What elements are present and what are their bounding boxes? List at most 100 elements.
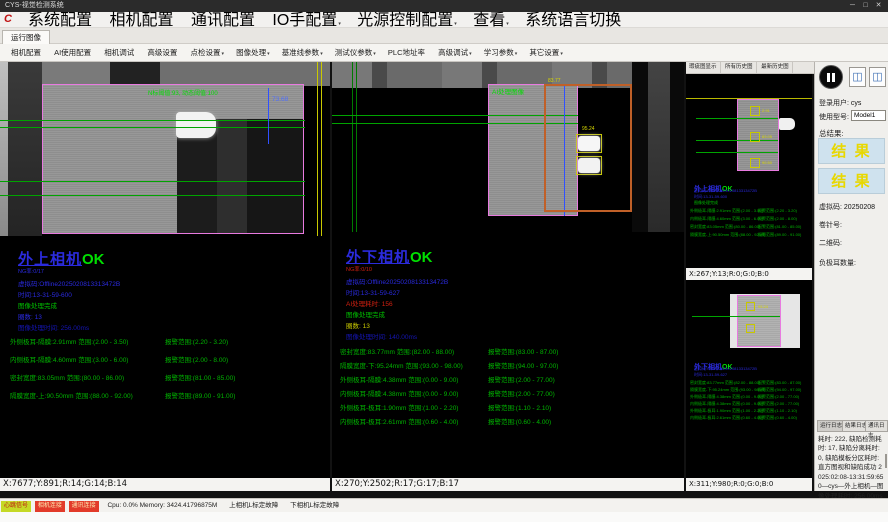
measurement-row: 内侧极耳-隔膜:4.38mm 范围:(0.00 - 9.00) 报警范围:(2.… (332, 388, 684, 402)
detection-box-yellow (750, 132, 760, 142)
camera-view-button-1[interactable]: ◫ (849, 67, 866, 87)
left-camera-view[interactable]: N标阈值:93, 动态阈值:100 73.68 (0, 62, 330, 236)
toolbar-item[interactable]: 测试仪参数▾ (330, 44, 381, 63)
alarm-range-label: 报警范围:(94.00 - 97.00) (488, 360, 558, 370)
toolbar-item-label: AI使用配置 (54, 48, 91, 57)
history-tab[interactable]: 最新历史图 (758, 62, 793, 73)
camera-result-title: 外下相机OK (346, 246, 433, 267)
history-tab[interactable]: 瑕疵图显示 (686, 62, 721, 73)
toolbar-item[interactable]: 学习参数▾ (479, 44, 523, 63)
alarm-range-label: 报警范围:(2.00 - 77.00) (488, 388, 555, 398)
measure-label: 内侧极耳-极耳:2.61mm 范围:(0.60 - 4.00) (340, 416, 458, 426)
toolbar-item[interactable]: 相机调试 (99, 44, 140, 63)
history-thumbnail-1[interactable]: 2.91 83.05 90.50 外上相机OK 虚拟码:Offline20250… (686, 74, 812, 268)
measurement-row: 外侧极耳-隔膜:4.38mm 范围:(0.00 - 9.00) 报警范围:(2.… (686, 394, 812, 401)
pause-button[interactable] (819, 65, 843, 89)
history-thumbnail-2[interactable]: 95.24 外下相机OK 虚拟码:Offline2025020813313472… (686, 280, 812, 478)
alarm-range-label: 报警范围:(89.00 - 91.00) (758, 232, 801, 238)
middle-pixel-status: X:270;Y:2502;R:17;G:17;B:17 (332, 478, 684, 491)
toolbar-item[interactable]: 基准线参数▾ (277, 44, 328, 63)
middle-camera-view[interactable]: AI处理图像 83.77 95.24 (332, 62, 684, 232)
measurement-row: 外侧极耳-极耳:1.90mm 范围:(1.00 - 2.20) 报警范围:(1.… (686, 408, 812, 415)
alarm-range-label: 报警范围:(94.00 - 97.00) (758, 387, 801, 393)
chevron-down-icon: ▾ (469, 51, 472, 57)
ng-rate-text: NG率:0/17 (18, 267, 44, 275)
measurement-row: 密封宽度:83.05mm 范围:(80.00 - 86.00) 报警范围:(81… (686, 224, 812, 232)
toolbar-item[interactable]: AI使用配置 (49, 44, 97, 63)
measurement-row: 密封宽度:83.77mm 范围:(82.00 - 88.00) 报警范围:(83… (686, 380, 812, 387)
tab-run-image[interactable]: 运行图像 (2, 30, 50, 44)
detection-box-yellow (746, 324, 755, 333)
roi-rect-pink (737, 295, 781, 347)
toolbar-item-label: 图像处理 (236, 48, 266, 57)
toolbar-item[interactable]: PLC地址率 (383, 44, 431, 63)
alarm-range-label: 报警范围:(0.60 - 4.00) (758, 415, 797, 421)
measurement-row: 隔膜宽度-下:95.24mm 范围:(93.00 - 98.00) 报警范围:(… (686, 387, 812, 394)
toolbar-item[interactable]: 高级调试▾ (433, 44, 477, 63)
measure-marker-label: 73.68 (272, 96, 288, 103)
maximize-icon[interactable]: □ (859, 0, 872, 12)
result-ok-badge: OK (82, 251, 105, 268)
baseline-green-vertical (352, 62, 353, 232)
measure-label: 内侧极耳-隔膜:4.38mm 范围:(0.00 - 9.00) (690, 401, 763, 407)
chevron-down-icon: ▾ (267, 51, 270, 57)
menu-item-label: 查看 (473, 12, 505, 29)
baseline-green (696, 140, 778, 141)
run-log-text: 耗时: 222, 缺陷检测耗时: 17, 缺陷分离耗时: 0, 缺陷模板分区耗时… (818, 435, 884, 487)
tab-strip (0, 28, 888, 44)
close-icon[interactable]: ✕ (872, 0, 885, 12)
measurement-row: 外侧极耳-隔膜:2.91mm 范围:(2.00 - 3.50) 报警范围:(2.… (0, 336, 330, 354)
measure-label: 密封宽度:83.05mm 范围:(80.00 - 86.00) (10, 372, 124, 382)
minimize-icon[interactable]: ─ (846, 0, 859, 12)
measurement-row: 外侧极耳-极耳:1.90mm 范围:(1.00 - 2.20) 报警范围:(1.… (332, 402, 684, 416)
log-tab-run[interactable]: 运行日志 (817, 420, 845, 432)
alarm-range-label: 报警范围:(83.00 - 87.00) (758, 380, 801, 386)
chevron-down-icon: ▾ (506, 21, 509, 27)
login-user-label: 登录用户: (819, 100, 849, 107)
measurement-row: 隔膜宽度-下:95.24mm 范围:(93.00 - 98.00) 报警范围:(… (332, 360, 684, 374)
toolbar-item-label: 相机调试 (104, 48, 134, 57)
toolbar-item[interactable]: 其它设置▾ (524, 44, 568, 63)
model-input[interactable] (851, 110, 886, 121)
toolbar-item[interactable]: 相机配置 (6, 44, 47, 63)
baseline-green (0, 120, 305, 121)
machine-dark-column (8, 62, 42, 236)
menu-item-label: 通讯配置 (191, 12, 255, 29)
baseline-green (332, 115, 578, 116)
monitor-icon: ◫ (872, 71, 882, 83)
virtual-code-row: 虚拟码: 20250208 (819, 202, 875, 212)
menu-items: 系统配置 相机配置 通讯配置 IO手配置▾ 光源控制配置▾ 查看▾ 系统语言切换 (22, 12, 628, 28)
menu-item-label: 系统配置 (28, 12, 92, 29)
log-tab-comm[interactable]: 通讯日志 (865, 420, 888, 432)
toolbar-item[interactable]: 点检设置▾ (185, 44, 229, 63)
alarm-range-label: 报警范围:(81.00 - 85.00) (165, 372, 235, 382)
toolbar-item[interactable]: 图像处理▾ (231, 44, 275, 63)
baseline-green (0, 195, 305, 196)
edge-line-yellow (321, 62, 322, 236)
proc-time-text: 图像处理时间: 256.00ms (18, 322, 89, 332)
middle-result-panel: 外下相机OK NG率:0/10 虚拟码:Offline2025020813313… (332, 232, 684, 478)
pause-icon (827, 73, 830, 82)
history-tabs: 瑕疵图显示 所有历史图 最新历史图 (686, 62, 814, 74)
status-bar: 心跳信号 相机连接 通讯连接 Cpu: 0.0% Memory: 3424.41… (0, 498, 888, 512)
left-result-panel: 外上相机OK NG率:0/17 虚拟码:Offline2025020813313… (0, 236, 330, 478)
baseline-green (696, 152, 778, 153)
chevron-down-icon: ▾ (338, 21, 341, 27)
log-scrollbar[interactable] (885, 454, 887, 468)
chevron-down-icon: ▾ (515, 51, 518, 57)
measurement-rows: 密封宽度:83.77mm 范围:(82.00 - 88.00) 报警范围:(83… (332, 346, 684, 430)
login-user-row: 登录用户: cys (819, 98, 861, 108)
history-tab[interactable]: 所有历史图 (722, 62, 757, 73)
measurement-row: 内侧极耳-极耳:2.61mm 范围:(0.60 - 4.00) 报警范围:(0.… (686, 415, 812, 422)
measure-line-blue (268, 88, 269, 144)
measure-label: 密封宽度:83.77mm 范围:(82.00 - 88.00) (340, 346, 454, 356)
machine-edge-column (0, 62, 8, 236)
turns-text: 圈数: 13 (18, 311, 42, 321)
monitor-icon: ◫ (852, 71, 862, 83)
camera-view-button-2[interactable]: ◫ (869, 67, 886, 87)
toolbar-item[interactable]: 高级设置 (142, 44, 183, 63)
camera-link-badge: 相机连接 (35, 501, 65, 512)
toolbar-item-label: 测试仪参数 (335, 48, 373, 57)
alarm-range-label: 报警范围:(89.00 - 91.00) (165, 390, 235, 400)
measure-label: 内侧极耳-极耳:2.61mm 范围:(0.60 - 4.00) (690, 415, 763, 421)
